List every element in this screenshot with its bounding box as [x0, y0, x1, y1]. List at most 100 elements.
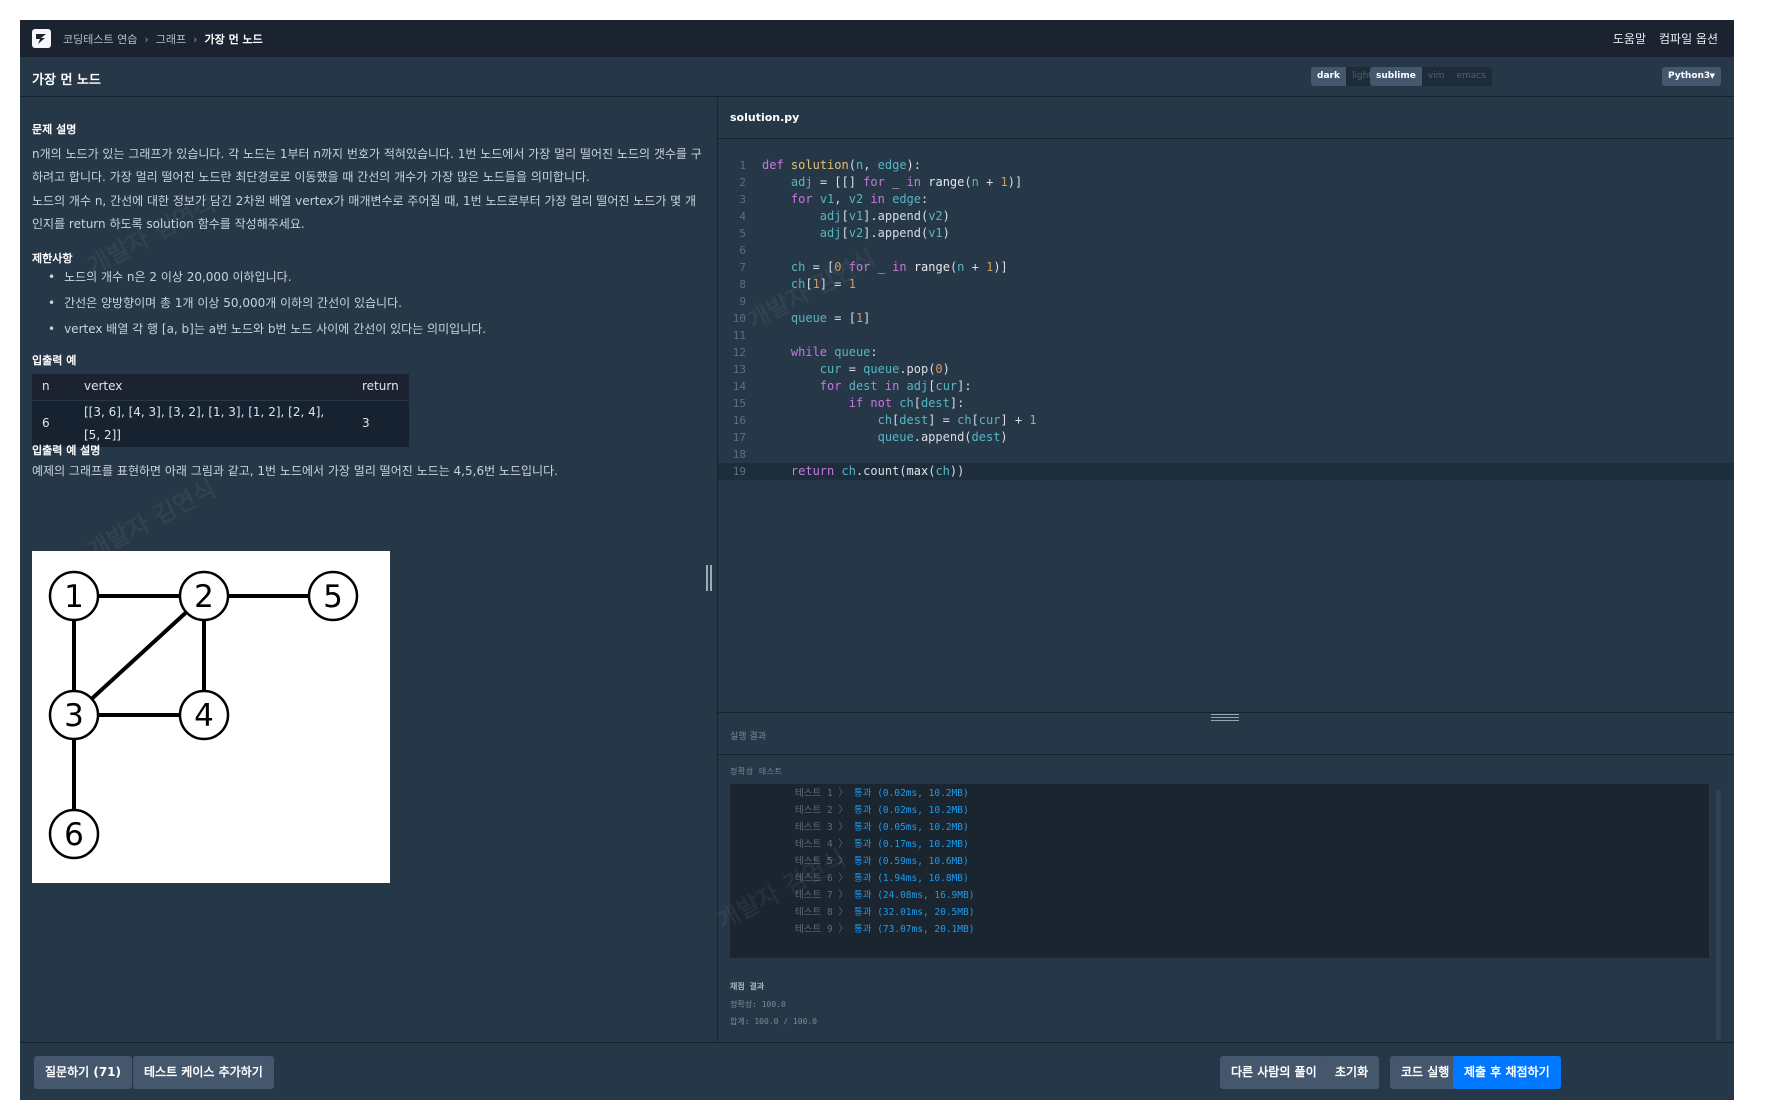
test-name: 테스트 8 〉	[795, 907, 848, 918]
help-link[interactable]: 도움말	[1613, 30, 1646, 47]
example-graph-image: 1 2 3 4 5 6	[32, 551, 390, 883]
panel-resize-handle[interactable]	[705, 565, 713, 591]
test-result-row: 테스트 6 〉 통과 (1.94ms, 10.8MB)	[730, 870, 1709, 887]
line-number: 13	[732, 363, 746, 376]
keymap-vim-button[interactable]: vim	[1422, 67, 1451, 86]
file-tab[interactable]: solution.py	[730, 111, 799, 124]
table-cell: 3	[352, 399, 409, 447]
other-solutions-button[interactable]: 다른 사람의 풀이	[1220, 1056, 1328, 1089]
line-number: 10	[732, 312, 746, 325]
problem-text-1: n개의 노드가 있는 그래프가 있습니다. 각 노드는 1부터 n까지 번호가 …	[32, 147, 702, 184]
grading-total: 합계: 100.0 / 100.0	[730, 1017, 817, 1026]
test-result: 통과 (1.94ms, 10.8MB)	[854, 873, 969, 884]
line-number: 12	[732, 346, 746, 359]
breadcrumb-item-graph[interactable]: 그래프	[156, 31, 186, 47]
line-number: 16	[732, 414, 746, 427]
code-line: 5 adj[v2].append(v1)	[718, 225, 1734, 242]
ask-question-button[interactable]: 질문하기 (71)	[34, 1056, 133, 1089]
code-line: 8 ch[1] = 1	[718, 276, 1734, 293]
line-number: 1	[739, 159, 746, 172]
code-line: 3 for v1, v2 in edge:	[718, 191, 1734, 208]
graph-node-label: 3	[64, 698, 84, 734]
console-header: 실행 결과	[718, 713, 1734, 755]
keymap-emacs-button[interactable]: emacs	[1450, 67, 1491, 86]
heading-problem: 문제 설명	[32, 123, 77, 136]
line-number: 19	[732, 465, 746, 478]
top-navigation: 코딩테스트 연습 › 그래프 › 가장 먼 노드 도움말 컴파일 옵션	[20, 20, 1734, 57]
chevron-right-icon: ›	[193, 32, 198, 46]
constraints-list: 노드의 개수 n은 2 이상 20,000 이하입니다. 간선은 양방향이며 총…	[48, 264, 486, 342]
test-result: 통과 (0.59ms, 10.6MB)	[854, 856, 969, 867]
graph-node-label: 6	[64, 817, 84, 853]
test-result: 통과 (24.08ms, 16.9MB)	[854, 890, 975, 901]
heading-io-explanation: 입출력 예 설명	[32, 444, 101, 457]
graph-node-label: 1	[64, 579, 84, 615]
line-number: 9	[739, 295, 746, 308]
add-test-case-button[interactable]: 테스트 케이스 추가하기	[133, 1056, 274, 1089]
io-explanation-text: 예제의 그래프를 표현하면 아래 그림과 같고, 1번 노드에서 가장 멀리 떨…	[32, 464, 558, 478]
keymap-toggle: sublime vim emacs	[1370, 67, 1492, 86]
problem-description: 문제 설명 n개의 노드가 있는 그래프가 있습니다. 각 노드는 1부터 n까…	[20, 98, 717, 1042]
reset-button[interactable]: 초기화	[1324, 1056, 1380, 1089]
heading-io-example: 입출력 예	[32, 354, 77, 367]
challenge-title-bar: 가장 먼 노드 dark light sublime vim emacs Pyt…	[20, 57, 1734, 97]
code-line: 14 for dest in adj[cur]:	[718, 378, 1734, 395]
line-number: 18	[732, 448, 746, 461]
footer-toolbar: 질문하기 (71) 테스트 케이스 추가하기 다른 사람의 풀이 초기화 코드 …	[20, 1042, 1734, 1100]
grading-result-heading: 채점 결과	[730, 982, 765, 991]
test-name: 테스트 7 〉	[795, 890, 848, 901]
run-result-console: 정확성 테스트 테스트 1 〉 통과 (0.02ms, 10.2MB) 테스트 2…	[718, 756, 1734, 1042]
logo-icon[interactable]	[32, 29, 51, 48]
line-number: 15	[732, 397, 746, 410]
run-code-button[interactable]: 코드 실행	[1390, 1056, 1461, 1089]
language-select[interactable]: Python3 ▼	[1662, 67, 1721, 86]
test-result: 통과 (0.02ms, 10.2MB)	[854, 788, 969, 799]
page-title: 가장 먼 노드	[32, 73, 101, 88]
test-name: 테스트 5 〉	[795, 856, 848, 867]
caret-down-icon: ▼	[1709, 72, 1715, 80]
graph-node-label: 4	[194, 698, 214, 734]
app-window: 코딩테스트 연습 › 그래프 › 가장 먼 노드 도움말 컴파일 옵션 가장 먼…	[20, 20, 1734, 1100]
compile-options-link[interactable]: 컴파일 옵션	[1659, 30, 1718, 47]
test-result: 통과 (73.07ms, 20.1MB)	[854, 924, 975, 935]
line-number: 11	[732, 329, 746, 342]
theme-toggle: dark light	[1311, 67, 1378, 86]
test-name: 테스트 6 〉	[795, 873, 848, 884]
breadcrumb-item-coding-test[interactable]: 코딩테스트 연습	[63, 31, 137, 47]
chevron-right-icon: ›	[144, 32, 149, 46]
line-number: 3	[739, 193, 746, 206]
table-cell: [[3, 6], [4, 3], [3, 2], [1, 3], [1, 2],…	[74, 399, 352, 447]
test-result: 통과 (0.17ms, 10.2MB)	[854, 839, 969, 850]
code-editor[interactable]: 1 def solution(n, edge): 2 adj = [[] for …	[718, 140, 1734, 712]
accuracy-test-label: 정확성 테스트	[730, 767, 783, 776]
test-result: 통과 (0.02ms, 10.2MB)	[854, 805, 969, 816]
code-line: 10 queue = [1]	[718, 310, 1734, 327]
table-header: return	[352, 374, 409, 400]
theme-dark-button[interactable]: dark	[1311, 67, 1346, 86]
line-number: 7	[739, 261, 746, 274]
line-number: 8	[739, 278, 746, 291]
code-line: 18	[718, 446, 1734, 463]
line-number: 4	[739, 210, 746, 223]
code-line: 7 ch = [0 for _ in range(n + 1)]	[718, 259, 1734, 276]
breadcrumb-item-current: 가장 먼 노드	[204, 33, 263, 46]
console-title: 실행 결과	[730, 732, 766, 742]
table-header-row: n vertex return	[32, 374, 409, 400]
test-results-list: 테스트 1 〉 통과 (0.02ms, 10.2MB) 테스트 2 〉 통과 (0.…	[730, 784, 1709, 958]
grading-accuracy: 정확성: 100.0	[730, 1000, 786, 1009]
code-line: 9	[718, 293, 1734, 310]
submit-button[interactable]: 제출 후 채점하기	[1453, 1056, 1561, 1089]
keymap-sublime-button[interactable]: sublime	[1370, 67, 1422, 86]
test-name: 테스트 3 〉	[795, 822, 848, 833]
test-result: 통과 (32.01ms, 20.5MB)	[854, 907, 975, 918]
graph-node-label: 5	[323, 579, 343, 615]
test-result-row: 테스트 5 〉 통과 (0.59ms, 10.6MB)	[730, 853, 1709, 870]
breadcrumb: 코딩테스트 연습 › 그래프 › 가장 먼 노드	[63, 31, 263, 47]
table-header: vertex	[74, 374, 352, 400]
console-scrollbar[interactable]	[1716, 790, 1721, 1040]
code-line: 12 while queue:	[718, 344, 1734, 361]
language-select-value: Python3	[1668, 71, 1711, 81]
test-result-row: 테스트 4 〉 통과 (0.17ms, 10.2MB)	[730, 836, 1709, 853]
test-result-row: 테스트 9 〉 통과 (73.07ms, 20.1MB)	[730, 921, 1709, 938]
code-line: 11	[718, 327, 1734, 344]
